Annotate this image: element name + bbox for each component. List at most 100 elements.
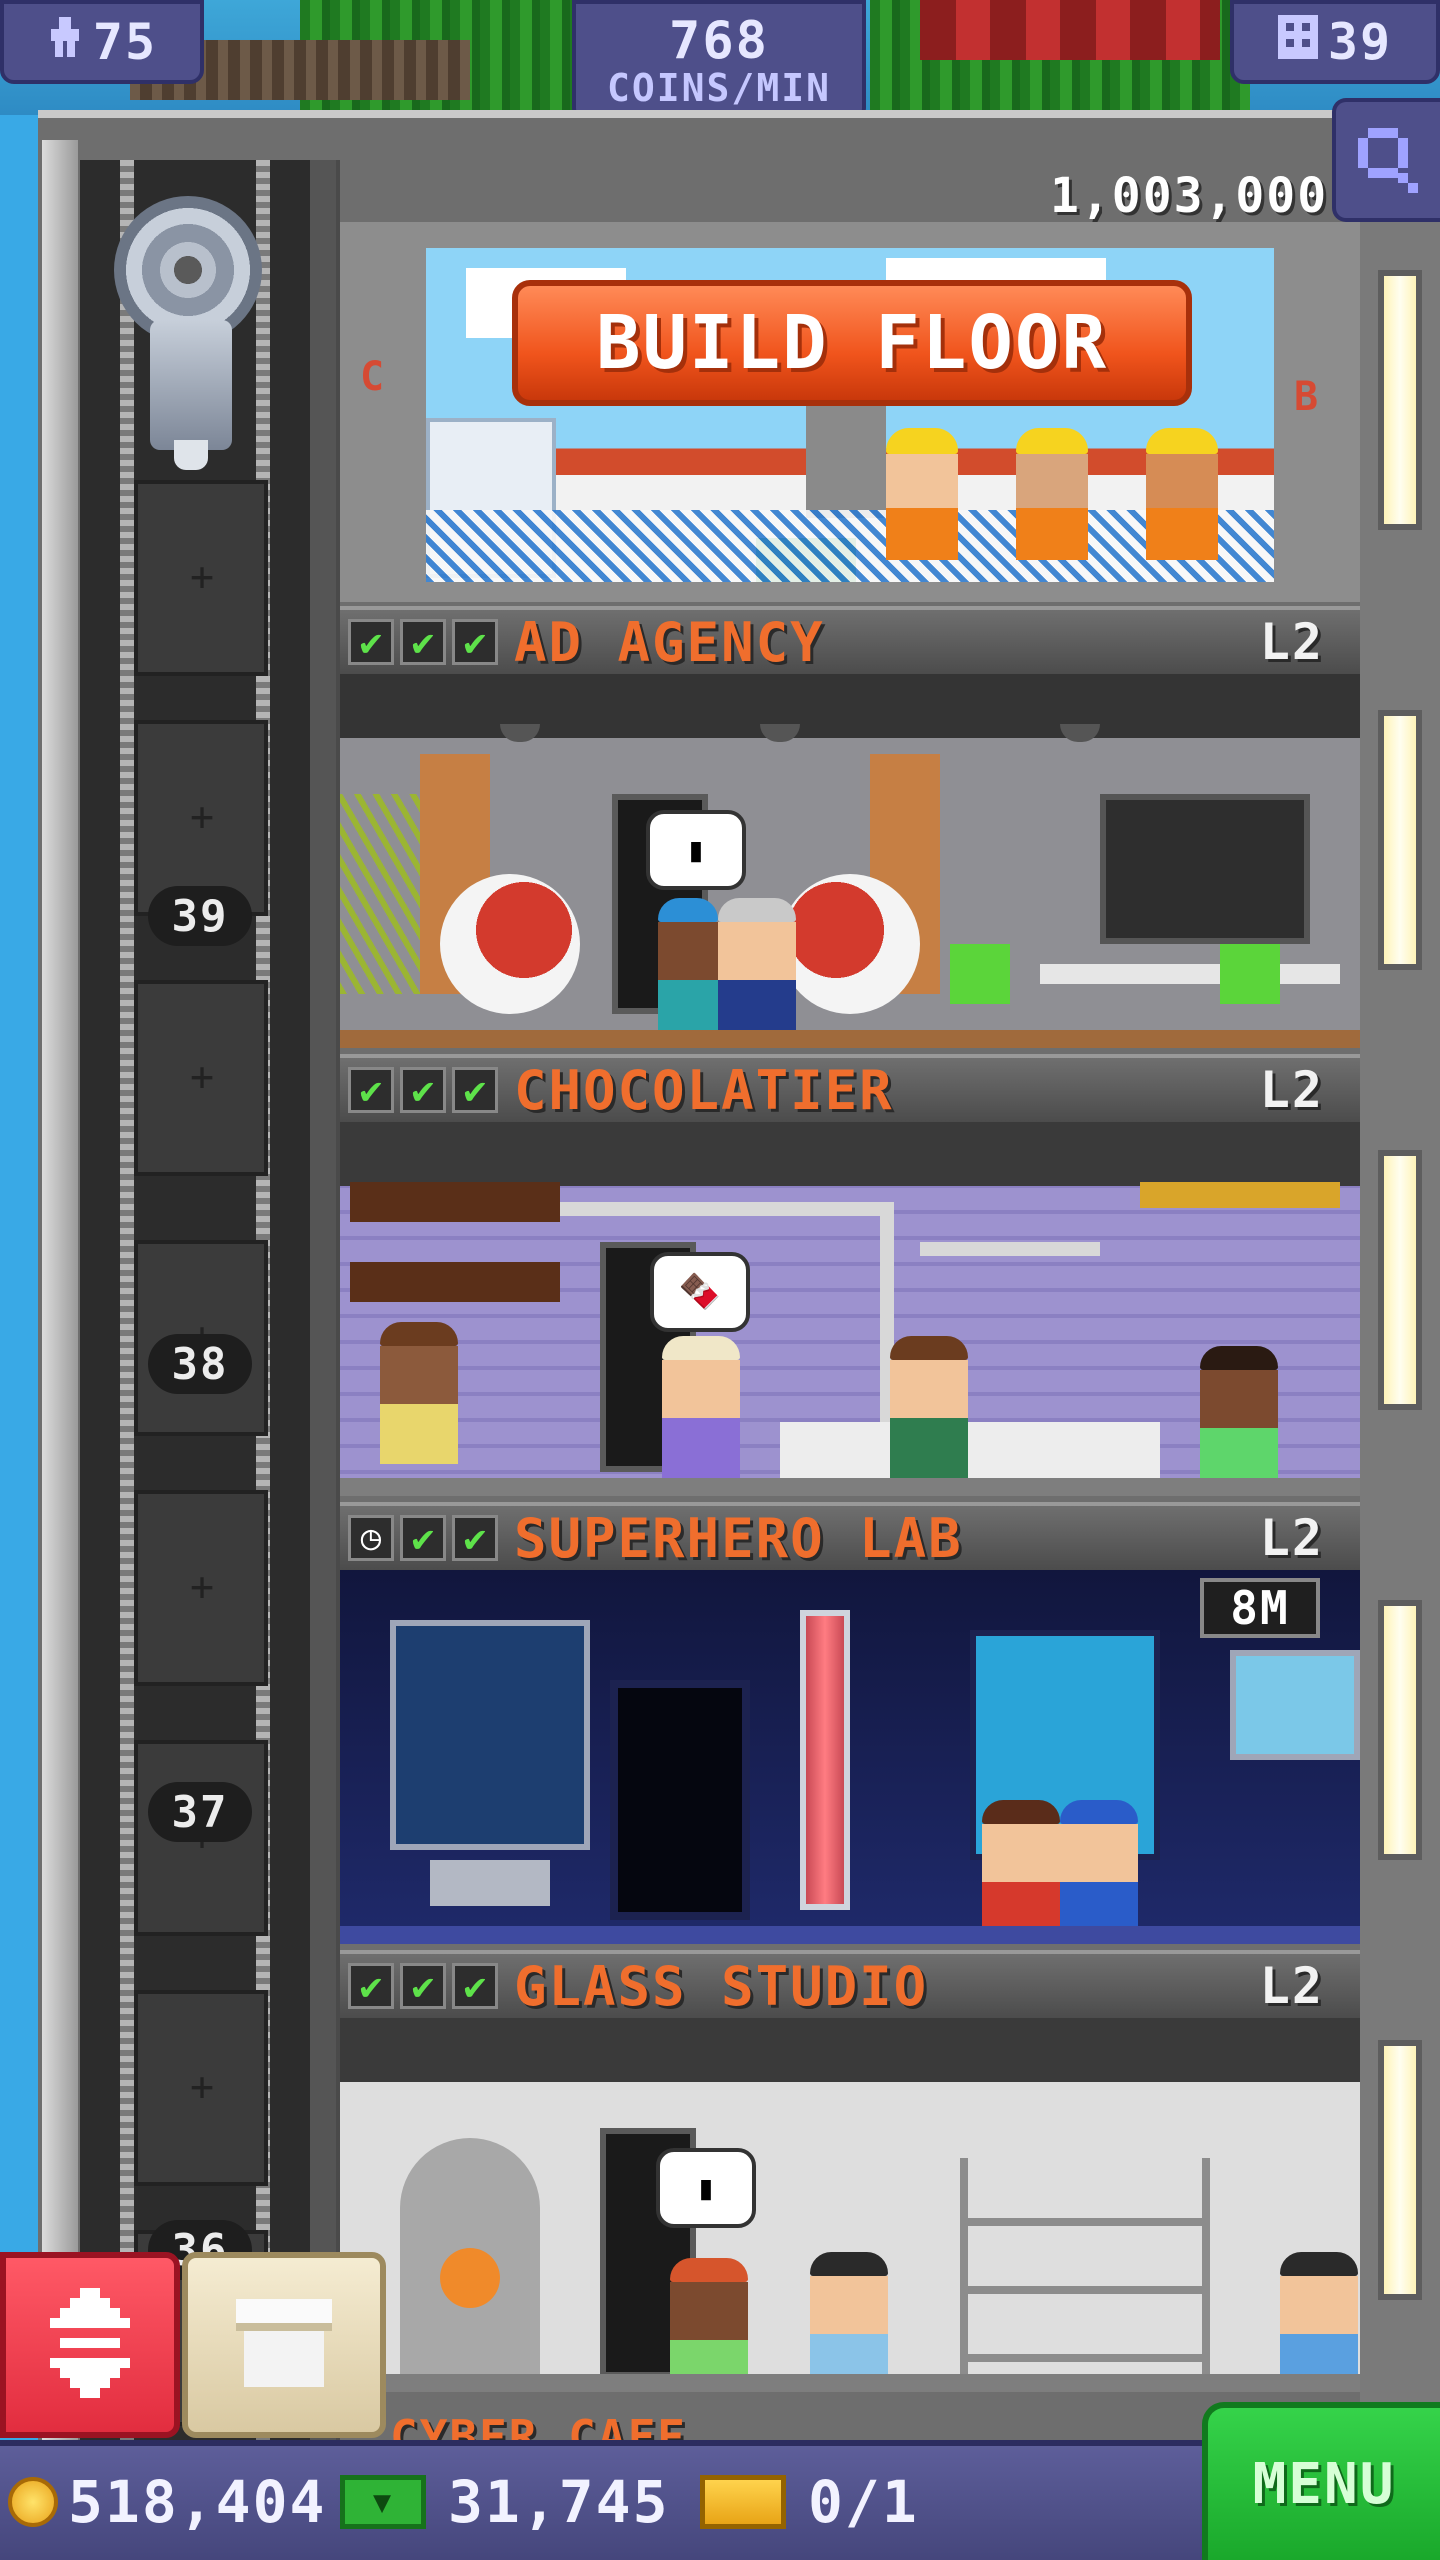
floor-header-chocolatier[interactable]: ✔ ✔ ✔ CHOCOLATIER L2 bbox=[340, 1054, 1360, 1122]
doorway bbox=[610, 1680, 750, 1920]
speech-bubble[interactable]: 🍫 bbox=[650, 1252, 750, 1332]
magnifier-icon bbox=[1353, 123, 1423, 197]
floor-status-icons: ✔ ✔ ✔ bbox=[348, 619, 504, 665]
floor-level: L2 bbox=[1259, 1957, 1324, 2015]
bux-count: 31,745 bbox=[448, 2468, 670, 2536]
clock-icon: ◷ bbox=[348, 1515, 394, 1561]
bux-display[interactable]: ▼ 31,745 bbox=[340, 2456, 670, 2548]
floor-header-glass-studio[interactable]: ✔ ✔ ✔ GLASS STUDIO L2 bbox=[340, 1950, 1360, 2018]
tickets-count: 0/1 bbox=[808, 2468, 919, 2536]
golden-ticket-icon bbox=[700, 2475, 786, 2529]
world-map-screen bbox=[1230, 1650, 1360, 1760]
population-display[interactable]: 75 bbox=[0, 0, 204, 84]
floor-name: AD AGENCY bbox=[514, 610, 825, 674]
floor-room-superhero-lab[interactable]: 8M bbox=[340, 1570, 1360, 1944]
floor-room-glass-studio[interactable]: ▮ bbox=[340, 2018, 1360, 2392]
elevator-rail bbox=[120, 160, 134, 2460]
ceiling bbox=[340, 1122, 1360, 1186]
build-floor-button[interactable]: BUILD FLOOR bbox=[512, 280, 1192, 406]
dna-tube bbox=[800, 1610, 850, 1910]
glass-shelf bbox=[960, 2158, 1210, 2378]
build-price: 1,003,000 bbox=[1050, 168, 1329, 224]
population-count: 75 bbox=[92, 13, 158, 71]
hero-character[interactable] bbox=[1060, 1800, 1138, 1942]
elevator-floor-number: 39 bbox=[148, 886, 252, 946]
tower-left-trim bbox=[42, 140, 78, 2460]
floor-sign-b: B bbox=[1294, 374, 1319, 420]
check-icon: ✔ bbox=[400, 1963, 446, 2009]
elevator-cell bbox=[134, 480, 268, 676]
window bbox=[1378, 1150, 1422, 1410]
worker-character[interactable] bbox=[670, 2258, 748, 2392]
visitor-character[interactable] bbox=[380, 1322, 458, 1464]
ceiling bbox=[340, 2018, 1360, 2082]
coins-per-minute-label: COINS/MIN bbox=[607, 66, 831, 110]
bux-bill-icon: ▼ bbox=[340, 2475, 426, 2529]
storage-button[interactable] bbox=[182, 2252, 386, 2438]
worker-character[interactable] bbox=[890, 1336, 968, 1478]
worker-character[interactable] bbox=[718, 898, 796, 1040]
box-icon bbox=[236, 2298, 332, 2392]
search-button[interactable] bbox=[1332, 98, 1440, 222]
check-icon: ✔ bbox=[400, 619, 446, 665]
check-icon: ✔ bbox=[400, 1067, 446, 1113]
ceiling-lamp bbox=[760, 724, 800, 742]
umbrella bbox=[1140, 1182, 1340, 1208]
blueprint-screen bbox=[390, 1620, 590, 1850]
elevator-button[interactable] bbox=[0, 2252, 180, 2438]
floor-room-ad-agency[interactable]: ▮ bbox=[340, 674, 1360, 1048]
check-icon: ✔ bbox=[452, 1963, 498, 2009]
coins-count: 518,404 bbox=[68, 2468, 327, 2536]
person-icon bbox=[47, 17, 83, 67]
construction-floor: C B bbox=[340, 222, 1360, 602]
floor-status-icons: ✔ ✔ ✔ bbox=[348, 1067, 504, 1113]
tickets-display[interactable]: 0/1 bbox=[700, 2456, 919, 2548]
floor-level: L2 bbox=[1259, 1061, 1324, 1119]
elevator-car[interactable] bbox=[150, 320, 232, 470]
coins-per-minute-value: 768 bbox=[669, 11, 769, 71]
ceiling bbox=[340, 674, 1360, 738]
worker-character[interactable] bbox=[1280, 2252, 1358, 2392]
worker-character[interactable] bbox=[662, 1336, 740, 1478]
window bbox=[1378, 2040, 1422, 2300]
office-chair bbox=[950, 944, 1010, 1004]
coins-display[interactable]: 518,404 bbox=[8, 2456, 326, 2548]
check-icon: ✔ bbox=[452, 1515, 498, 1561]
shelf bbox=[920, 1242, 1100, 1256]
floor-surface bbox=[340, 1030, 1360, 1048]
construction-worker bbox=[1146, 428, 1218, 560]
up-down-arrows-icon bbox=[50, 2288, 130, 2402]
office-chair bbox=[1220, 944, 1280, 1004]
hero-character[interactable] bbox=[982, 1800, 1060, 1942]
elevator-floor-number: 37 bbox=[148, 1782, 252, 1842]
window bbox=[1378, 710, 1422, 970]
furnace-fire bbox=[440, 2248, 500, 2308]
floor-header-ad-agency[interactable]: ✔ ✔ ✔ AD AGENCY L2 bbox=[340, 606, 1360, 674]
ceiling-lamp bbox=[1060, 724, 1100, 742]
construction-worker bbox=[886, 428, 958, 560]
speech-bubble[interactable]: ▮ bbox=[646, 810, 746, 890]
control-panel bbox=[430, 1860, 550, 1906]
floor-surface bbox=[340, 1926, 1360, 1944]
coins-per-minute-display: 768 COINS/MIN bbox=[572, 0, 866, 122]
egg-chair bbox=[780, 874, 920, 1014]
worker-character[interactable] bbox=[810, 2252, 888, 2392]
floor-name: SUPERHERO LAB bbox=[514, 1506, 963, 1570]
ceiling-lamp bbox=[500, 724, 540, 742]
roof-decoration bbox=[920, 0, 1220, 60]
floor-count-display[interactable]: 39 bbox=[1230, 0, 1440, 84]
worker-character[interactable] bbox=[1200, 1346, 1278, 1488]
floor-status-icons: ✔ ✔ ✔ bbox=[348, 1963, 504, 2009]
floor-level: L2 bbox=[1259, 1509, 1324, 1567]
worker-character[interactable] bbox=[658, 898, 718, 1040]
construction-worker bbox=[1016, 428, 1088, 560]
elevator-cell bbox=[134, 1990, 268, 2186]
egg-chair bbox=[440, 874, 580, 1014]
speech-bubble[interactable]: ▮ bbox=[656, 2148, 756, 2228]
plant bbox=[340, 794, 430, 994]
elevator-shaft[interactable] bbox=[80, 160, 340, 2460]
floor-room-chocolatier[interactable]: 🍫 bbox=[340, 1122, 1360, 1496]
menu-button[interactable]: MENU bbox=[1202, 2402, 1440, 2560]
check-icon: ✔ bbox=[400, 1515, 446, 1561]
floor-header-superhero-lab[interactable]: ◷ ✔ ✔ SUPERHERO LAB L2 bbox=[340, 1502, 1360, 1570]
